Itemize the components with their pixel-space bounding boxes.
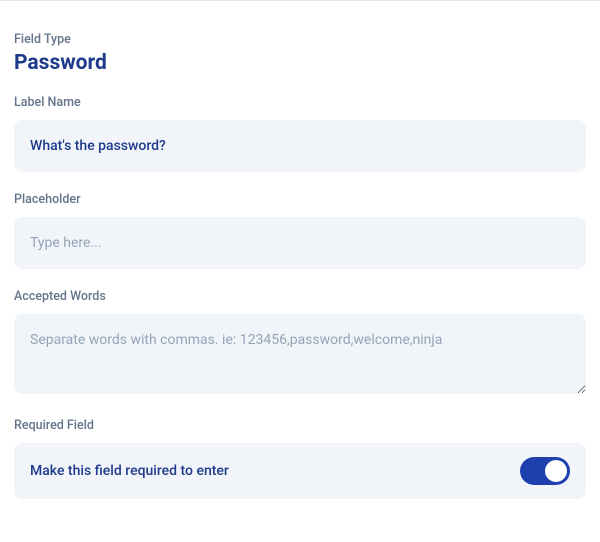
required-field-label: Required Field [14,418,586,433]
accepted-words-label: Accepted Words [14,289,586,304]
toggle-knob-icon [545,460,567,482]
field-editor-panel: Field Type Password Label Name Placehold… [14,14,586,499]
accepted-words-group: Accepted Words [14,289,586,398]
top-divider [0,0,600,1]
placeholder-group: Placeholder [14,192,586,269]
label-name-input[interactable] [14,120,586,172]
required-field-toggle[interactable] [520,457,570,485]
placeholder-label: Placeholder [14,192,586,207]
field-type-value: Password [14,51,586,75]
label-name-label: Label Name [14,95,586,110]
header-section: Field Type Password [14,14,586,75]
field-type-label: Field Type [14,32,586,47]
required-field-row: Make this field required to enter [14,443,586,499]
placeholder-input[interactable] [14,217,586,269]
required-field-group: Required Field Make this field required … [14,418,586,499]
label-name-group: Label Name [14,95,586,172]
accepted-words-textarea[interactable] [14,314,586,394]
required-field-description: Make this field required to enter [30,463,229,479]
